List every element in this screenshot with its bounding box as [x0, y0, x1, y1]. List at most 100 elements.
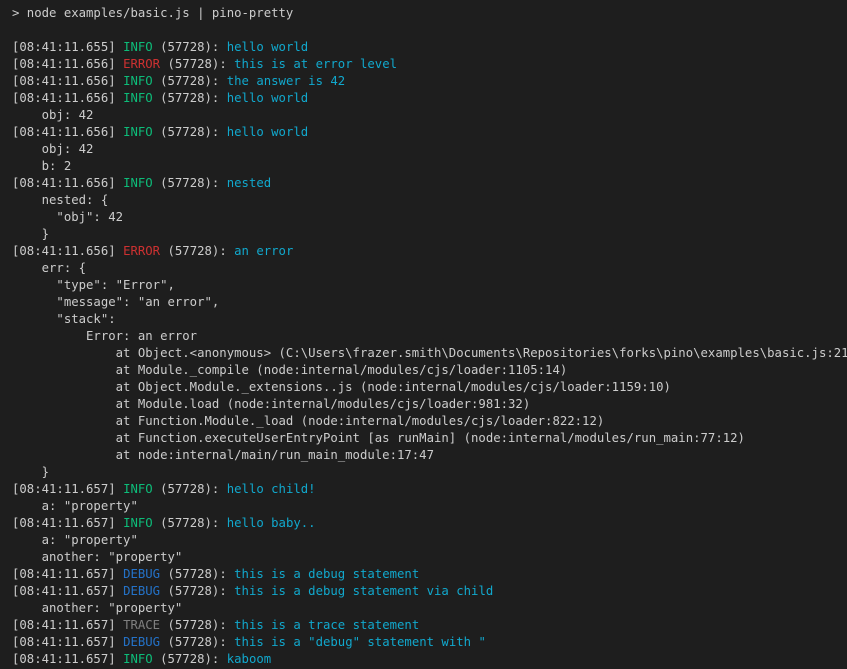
log-detail-line: b: 2 [12, 158, 847, 175]
log-detail-line: at Function.Module._load (node:internal/… [12, 413, 847, 430]
log-line-segment: (57728): [153, 516, 227, 530]
log-detail-line-segment: err: { [12, 261, 86, 275]
log-line-segment: INFO [123, 91, 153, 105]
log-line-segment: (57728): [153, 40, 227, 54]
log-line-segment: [08:41:11.656] [12, 91, 123, 105]
log-line-segment: [08:41:11.657] [12, 652, 123, 666]
log-line-segment: INFO [123, 652, 153, 666]
log-line-segment: INFO [123, 74, 153, 88]
log-detail-line-segment: } [12, 465, 49, 479]
log-line-segment: the answer is 42 [227, 74, 345, 88]
log-line-segment: (57728): [153, 482, 227, 496]
log-line-segment: this is a debug statement via child [234, 584, 493, 598]
log-line-segment: (57728): [160, 567, 234, 581]
log-line-segment: hello child! [227, 482, 316, 496]
log-line: [08:41:11.657] DEBUG (57728): this is a … [12, 583, 847, 600]
log-line-segment: this is at error level [234, 57, 397, 71]
log-line: [08:41:11.657] TRACE (57728): this is a … [12, 617, 847, 634]
log-line-segment: [08:41:11.657] [12, 635, 123, 649]
log-detail-line: at node:internal/main/run_main_module:17… [12, 447, 847, 464]
log-line: [08:41:11.656] INFO (57728): hello world [12, 90, 847, 107]
log-line: [08:41:11.657] INFO (57728): hello child… [12, 481, 847, 498]
log-line-segment: [08:41:11.656] [12, 125, 123, 139]
log-line: [08:41:11.656] INFO (57728): the answer … [12, 73, 847, 90]
log-line-segment: (57728): [160, 584, 234, 598]
log-line: [08:41:11.656] INFO (57728): hello world [12, 124, 847, 141]
log-line-segment: this is a trace statement [234, 618, 419, 632]
log-detail-line: another: "property" [12, 600, 847, 617]
log-detail-line: "stack": [12, 311, 847, 328]
log-detail-line-segment: at Function.executeUserEntryPoint [as ru… [12, 431, 745, 445]
log-line-segment: nested [227, 176, 271, 190]
log-line: [08:41:11.656] INFO (57728): nested [12, 175, 847, 192]
log-line-segment: [08:41:11.655] [12, 40, 123, 54]
log-detail-line-segment: "stack": [12, 312, 116, 326]
log-line-segment: (57728): [153, 91, 227, 105]
log-line-segment: INFO [123, 516, 153, 530]
log-detail-line-segment: "obj": 42 [12, 210, 123, 224]
log-detail-line: "message": "an error", [12, 294, 847, 311]
log-detail-line-segment: a: "property" [12, 499, 138, 513]
log-line-segment: (57728): [153, 652, 227, 666]
log-detail-line: a: "property" [12, 532, 847, 549]
blank-line [12, 22, 847, 39]
command-line-segment: > node examples/basic.js | pino-pretty [12, 6, 293, 20]
log-line: [08:41:11.657] INFO (57728): kaboom [12, 651, 847, 668]
log-detail-line-segment: a: "property" [12, 533, 138, 547]
log-line-segment: an error [234, 244, 293, 258]
log-detail-line-segment: at Module._compile (node:internal/module… [12, 363, 567, 377]
log-detail-line-segment: at Object.Module._extensions..js (node:i… [12, 380, 671, 394]
log-detail-line: obj: 42 [12, 107, 847, 124]
log-detail-line-segment: b: 2 [12, 159, 71, 173]
log-detail-line: at Function.executeUserEntryPoint [as ru… [12, 430, 847, 447]
log-detail-line: a: "property" [12, 498, 847, 515]
log-line-segment: ERROR [123, 57, 160, 71]
log-line-segment: kaboom [227, 652, 271, 666]
log-detail-line: "obj": 42 [12, 209, 847, 226]
log-detail-line-segment: "type": "Error", [12, 278, 175, 292]
log-detail-line-segment: at Function.Module._load (node:internal/… [12, 414, 604, 428]
log-line-segment: this is a debug statement [234, 567, 419, 581]
log-detail-line: nested: { [12, 192, 847, 209]
log-detail-line-segment: at Object.<anonymous> (C:\Users\frazer.s… [12, 346, 847, 360]
log-line-segment: (57728): [160, 618, 234, 632]
log-line-segment: [08:41:11.657] [12, 482, 123, 496]
log-detail-line-segment: at node:internal/main/run_main_module:17… [12, 448, 434, 462]
terminal-output: > node examples/basic.js | pino-pretty [0… [0, 0, 847, 669]
log-line-segment: hello world [227, 91, 308, 105]
log-line-segment: hello world [227, 40, 308, 54]
log-line: [08:41:11.656] ERROR (57728): an error [12, 243, 847, 260]
log-line-segment: [08:41:11.657] [12, 618, 123, 632]
log-detail-line-segment: obj: 42 [12, 142, 93, 156]
log-detail-line: at Module._compile (node:internal/module… [12, 362, 847, 379]
log-line-segment: INFO [123, 40, 153, 54]
log-line-segment: (57728): [153, 125, 227, 139]
log-detail-line-segment: } [12, 227, 49, 241]
log-line-segment: [08:41:11.657] [12, 516, 123, 530]
log-line-segment: [08:41:11.656] [12, 74, 123, 88]
log-line-segment: hello world [227, 125, 308, 139]
log-detail-line-segment: Error: an error [12, 329, 197, 343]
log-detail-line: } [12, 464, 847, 481]
log-detail-line: at Module.load (node:internal/modules/cj… [12, 396, 847, 413]
log-line-segment: DEBUG [123, 567, 160, 581]
log-line-segment: [08:41:11.656] [12, 176, 123, 190]
log-line-segment: INFO [123, 176, 153, 190]
log-line-segment: [08:41:11.656] [12, 57, 123, 71]
log-detail-line: Error: an error [12, 328, 847, 345]
log-line: [08:41:11.657] DEBUG (57728): this is a … [12, 566, 847, 583]
log-detail-line: "type": "Error", [12, 277, 847, 294]
log-line-segment: (57728): [153, 74, 227, 88]
log-line: [08:41:11.655] INFO (57728): hello world [12, 39, 847, 56]
log-detail-line: } [12, 226, 847, 243]
log-detail-line-segment: another: "property" [12, 550, 182, 564]
log-line: [08:41:11.657] DEBUG (57728): this is a … [12, 634, 847, 651]
log-detail-line: err: { [12, 260, 847, 277]
log-line-segment: ERROR [123, 244, 160, 258]
log-detail-line-segment: another: "property" [12, 601, 182, 615]
log-line-segment: INFO [123, 482, 153, 496]
command-line: > node examples/basic.js | pino-pretty [12, 5, 847, 22]
log-line-segment: [08:41:11.657] [12, 567, 123, 581]
log-line-segment: DEBUG [123, 635, 160, 649]
log-detail-line-segment: nested: { [12, 193, 108, 207]
